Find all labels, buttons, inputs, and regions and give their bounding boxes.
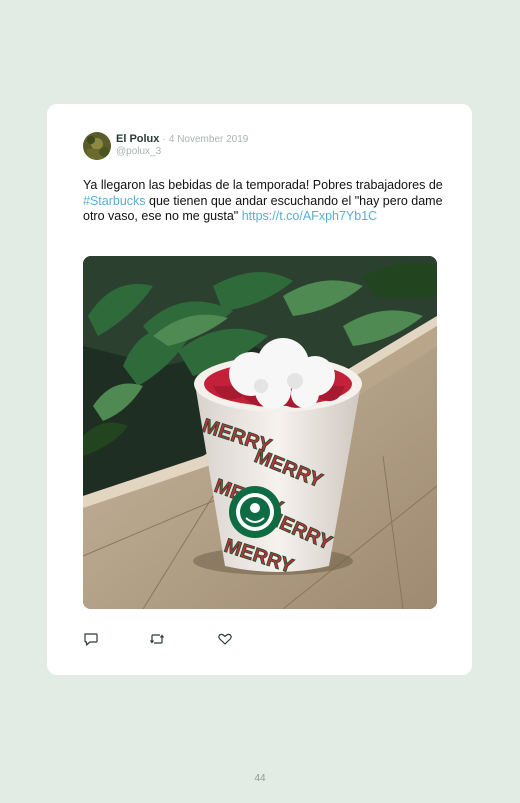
author-line: El Polux · 4 November 2019 [116, 133, 248, 146]
tweet-text-part1: Ya llegaron las bebidas de la temporada!… [83, 178, 443, 192]
hashtag-link[interactable]: #Starbucks [83, 194, 146, 208]
author-name[interactable]: El Polux [116, 133, 159, 145]
retweet-arrows-icon[interactable] [149, 631, 165, 647]
tweet-url-link[interactable]: https://t.co/AFxph7Yb1C [242, 209, 378, 223]
date-separator: · [162, 134, 166, 145]
heart-icon[interactable] [217, 631, 233, 647]
author-handle[interactable]: @polux_3 [116, 146, 161, 157]
tweet-date[interactable]: 4 November 2019 [169, 134, 249, 145]
page-number: 44 [254, 773, 266, 784]
tweet-text: Ya llegaron las bebidas de la temporada!… [83, 178, 448, 225]
avatar[interactable] [83, 132, 111, 160]
tweet-card: El Polux · 4 November 2019 @polux_3 Ya l… [47, 104, 472, 675]
speech-bubble-icon[interactable] [83, 631, 99, 647]
tweet-photo[interactable]: MERRY MERRY MERRY MERRY MERRY [83, 256, 437, 609]
